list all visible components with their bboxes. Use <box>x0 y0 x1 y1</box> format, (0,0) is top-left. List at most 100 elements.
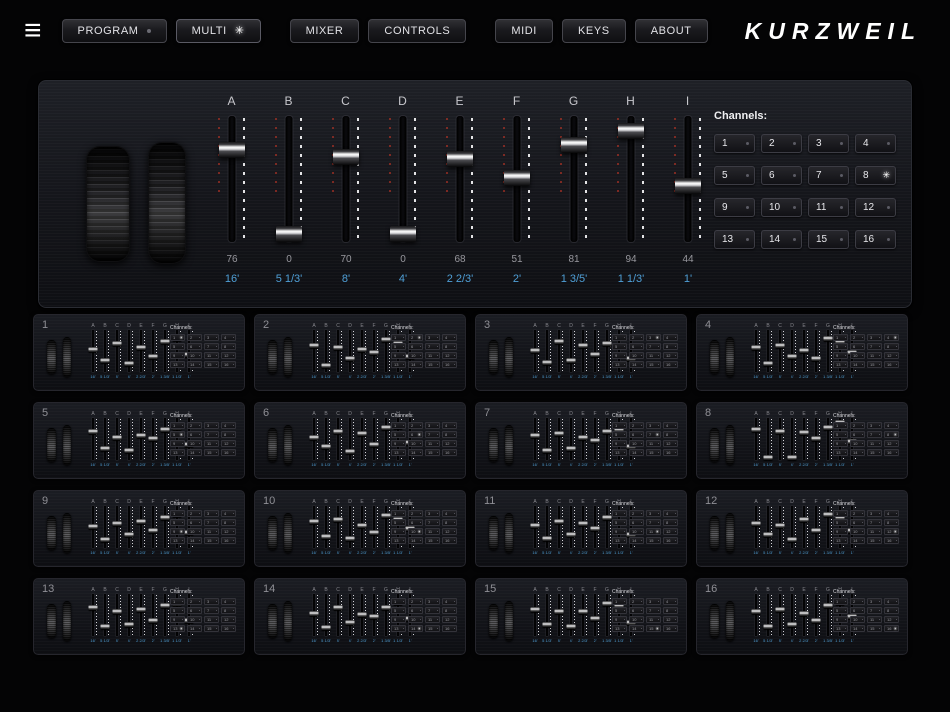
mini-channel-13: 13 <box>833 537 848 544</box>
channel-button-10[interactable]: 10 <box>761 198 802 217</box>
drawbar-label: A <box>227 94 237 108</box>
mini-channel-1: 1 <box>391 422 406 429</box>
mod-wheel[interactable] <box>148 142 186 264</box>
mini-channel-11: 11 <box>425 352 440 359</box>
slider-handle[interactable] <box>390 226 416 242</box>
slider-handle[interactable] <box>276 226 302 242</box>
slider-handle[interactable] <box>675 178 701 194</box>
channel-button-15[interactable]: 15 <box>808 230 849 249</box>
mini-panel-9[interactable]: 9 A 16' B 5 1/3' C 8' D 4' E 2 2/3' F 2' G 1 3/5' H 1 1/… <box>33 490 245 567</box>
channel-button-13[interactable]: 13 <box>714 230 755 249</box>
mini-panel-14[interactable]: 14 A 16' B 5 1/3' C 8' D 4' E 2 2/3' F 2' G 1 3/5' H 1 1… <box>254 578 466 655</box>
dot-indicator-icon <box>403 531 404 532</box>
mini-slider-assembly <box>160 594 170 636</box>
topbar-button-program[interactable]: PROGRAM <box>61 19 167 43</box>
channel-button-7[interactable]: 7 <box>808 166 849 185</box>
pitch-wheel[interactable] <box>86 146 130 262</box>
mini-channel-number: 1 <box>836 598 839 604</box>
drawbar-slider-I[interactable] <box>666 116 710 242</box>
mini-drawbar-footage: 8' <box>115 374 119 379</box>
mini-panel-1[interactable]: 1 A 16' B 5 1/3' C 8' D 4' E 2 2/3' F 2' G 1 3/5' H 1 1/… <box>33 314 245 391</box>
mini-channel-16: 16 <box>663 449 678 456</box>
dot-indicator-icon <box>199 610 200 611</box>
drawbar-slider-E[interactable] <box>438 116 482 242</box>
slider-handle[interactable] <box>447 151 473 167</box>
channel-button-1[interactable]: 1 <box>714 134 755 153</box>
dot-indicator-icon <box>862 610 863 611</box>
mini-led-strip <box>610 507 611 547</box>
topbar-button-mixer[interactable]: MIXER <box>289 19 360 43</box>
mini-panel-3[interactable]: 3 A 16' B 5 1/3' C 8' D 4' E 2 2/3' F 2' G 1 3/5' H 1 1/… <box>475 314 687 391</box>
mini-panel-6[interactable]: 6 A 16' B 5 1/3' C 8' D 4' E 2 2/3' F 2' G 1 3/5' H 1 1/… <box>254 402 466 479</box>
drawbar-slider-A[interactable] <box>210 116 254 242</box>
mini-channels-label: Channels: <box>391 589 414 595</box>
topbar-button-about[interactable]: ABOUT <box>634 19 708 43</box>
mini-panel-13[interactable]: 13 A 16' B 5 1/3' C 8' D 4' E 2 2/3' F 2' G 1 3/5' H 1 1… <box>33 578 245 655</box>
channel-button-3[interactable]: 3 <box>808 134 849 153</box>
topbar-button-midi[interactable]: MIDI <box>495 19 553 43</box>
mini-drawbar-E: E2 2/3' <box>357 499 367 555</box>
mini-panel-number: 10 <box>263 495 276 507</box>
topbar-button-multi[interactable]: MULTI ✳ <box>175 19 261 43</box>
mini-panel-15[interactable]: 15 A 16' B 5 1/3' C 8' D 4' E 2 2/3' F 2' G 1 3/5' H 1 1… <box>475 578 687 655</box>
channel-button-14[interactable]: 14 <box>761 230 802 249</box>
mini-slider-assembly <box>124 330 134 372</box>
mini-drawbar-D: D 4' <box>566 411 576 467</box>
star-indicator-icon: ✳ <box>417 334 421 340</box>
drawbar-slider-H[interactable] <box>609 116 653 242</box>
drawbar-slider-D[interactable] <box>381 116 425 242</box>
menu-icon[interactable]: ≡ <box>24 16 42 46</box>
dot-indicator-icon <box>845 601 846 602</box>
mini-channel-number: 16 <box>224 361 229 367</box>
topbar-button-keys[interactable]: KEYS <box>561 19 626 43</box>
mini-channel-7: 7 <box>425 519 440 526</box>
mini-channel-4: 4 <box>442 598 457 605</box>
mini-panel-7[interactable]: 7 A 16' B 5 1/3' C 8' D 4' E 2 2/3' F 2' G 1 3/5' H 1 1/… <box>475 402 687 479</box>
mini-slider-handle <box>136 433 146 438</box>
dot-indicator-icon <box>420 452 421 453</box>
mini-slider-assembly <box>309 418 319 460</box>
channel-button-11[interactable]: 11 <box>808 198 849 217</box>
mini-panel-5[interactable]: 5 A 16' B 5 1/3' C 8' D 4' E 2 2/3' F 2' G 1 3/5' H 1 1/… <box>33 402 245 479</box>
mini-panel-10[interactable]: 10 A 16' B 5 1/3' C 8' D 4' E 2 2/3' F 2' G 1 3/5' H 1 1… <box>254 490 466 567</box>
channel-button-5[interactable]: 5 <box>714 166 755 185</box>
mini-led-strip <box>759 419 760 459</box>
mini-slider-track <box>325 418 327 460</box>
slider-handle[interactable] <box>219 142 245 158</box>
mini-channel-number: 6 <box>190 431 193 437</box>
mini-panel-12[interactable]: 12 A 16' B 5 1/3' C 8' D 4' E 2 2/3' F 2' G 1 3/5' H 1 1… <box>696 490 908 567</box>
mini-channels-panel: Channels: 1 2 ✳ 3 4 5 6 7 8 9 10 11 12 13 14 15 16 <box>391 325 457 368</box>
star-indicator-icon: ✳ <box>234 24 245 37</box>
topbar-button-controls[interactable]: CONTROLS <box>368 19 467 43</box>
mini-channel-2: 2 <box>629 334 644 341</box>
slider-handle[interactable] <box>561 137 587 153</box>
dot-indicator-icon <box>845 531 846 532</box>
drawbar-slider-F[interactable] <box>495 116 539 242</box>
dot-indicator-icon <box>216 531 217 532</box>
channel-button-8[interactable]: 8 ✳ <box>855 166 896 185</box>
dot-indicator-icon <box>845 619 846 620</box>
mini-slider-assembly <box>321 418 331 460</box>
mini-panel-16[interactable]: 16 A 16' B 5 1/3' C 8' D 4' E 2 2/3' F 2' G 1 3/5' H 1 1… <box>696 578 908 655</box>
mini-panel-8[interactable]: 8 A 16' B 5 1/3' C 8' D 4' E 2 2/3' F 2' G 1 3/5' H 1 1/… <box>696 402 908 479</box>
channel-button-9[interactable]: 9 <box>714 198 755 217</box>
mini-drawbar-label: G <box>163 587 167 593</box>
channel-button-6[interactable]: 6 <box>761 166 802 185</box>
mini-slider-track <box>779 418 781 460</box>
channel-button-16[interactable]: 16 <box>855 230 896 249</box>
slider-handle[interactable] <box>504 170 530 186</box>
slider-handle[interactable] <box>333 149 359 165</box>
dot-indicator-icon <box>840 206 843 209</box>
mini-panel-11[interactable]: 11 A 16' B 5 1/3' C 8' D 4' E 2 2/3' F 2' G 1 3/5' H 1 1… <box>475 490 687 567</box>
drawbar-slider-B[interactable] <box>267 116 311 242</box>
channel-button-4[interactable]: 4 <box>855 134 896 153</box>
slider-handle[interactable] <box>618 123 644 139</box>
channel-button-2[interactable]: 2 <box>761 134 802 153</box>
drawbar-slider-G[interactable] <box>552 116 596 242</box>
drawbar-slider-C[interactable] <box>324 116 368 242</box>
mini-channel-number: 5 <box>394 607 397 613</box>
mini-slider-track <box>349 330 351 372</box>
mini-panel-4[interactable]: 4 A 16' B 5 1/3' C 8' D 4' E 2 2/3' F 2' G 1 3/5' H 1 1/… <box>696 314 908 391</box>
mini-panel-2[interactable]: 2 A 16' B 5 1/3' C 8' D 4' E 2 2/3' F 2' G 1 3/5' H 1 1/… <box>254 314 466 391</box>
channel-button-12[interactable]: 12 <box>855 198 896 217</box>
